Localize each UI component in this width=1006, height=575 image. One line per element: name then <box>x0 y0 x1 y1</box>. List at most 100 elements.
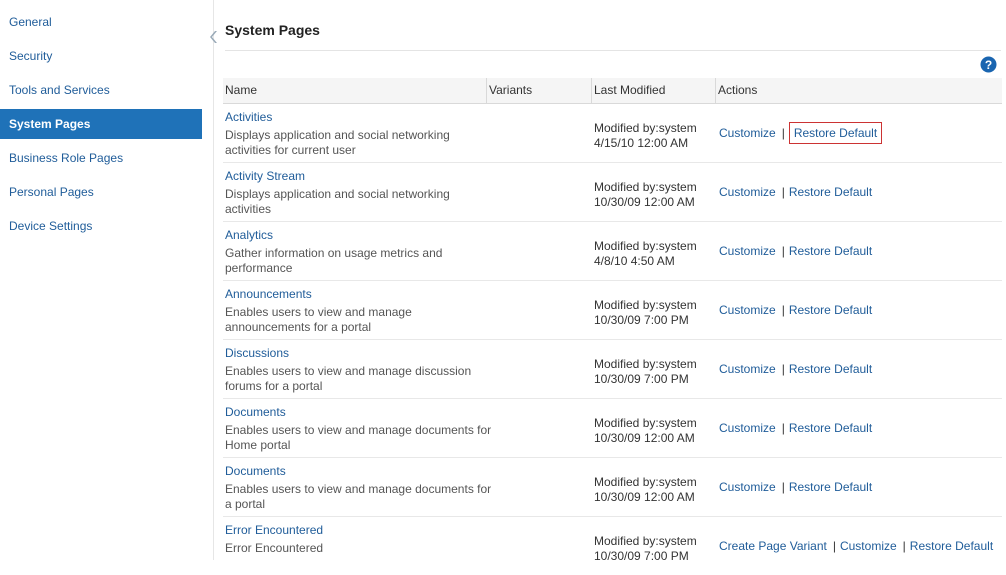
sidebar-item-system-pages[interactable]: System Pages <box>0 109 202 139</box>
name-cell: Activity Stream Displays application and… <box>225 169 493 217</box>
sidebar-item-security[interactable]: Security <box>0 41 202 71</box>
restore-default-link[interactable]: Restore Default <box>789 419 875 437</box>
collapse-sidebar-icon[interactable] <box>207 30 219 44</box>
page-description: Enables users to view and manage documen… <box>225 423 492 452</box>
modified-date: 10/30/09 12:00 AM <box>594 431 695 445</box>
create-page-variant-link[interactable]: Create Page Variant <box>719 537 830 555</box>
action-separator: | <box>832 539 836 553</box>
action-separator: | <box>781 244 785 258</box>
page-name-link[interactable]: Activity Stream <box>225 169 493 184</box>
sidebar-item-device-settings[interactable]: Device Settings <box>0 211 202 241</box>
name-cell: Announcements Enables users to view and … <box>225 287 493 335</box>
action-separator: | <box>781 126 785 140</box>
column-header-actions[interactable]: Actions <box>715 78 1002 103</box>
modified-by: Modified by:system <box>594 180 697 194</box>
actions-cell: Customize | Restore Default <box>719 361 875 377</box>
actions-cell: Create Page Variant | Customize | Restore De… <box>719 538 996 554</box>
last-modified-cell: Modified by:system 10/30/09 12:00 AM <box>594 416 714 446</box>
table-header: Name Variants Last Modified Actions <box>223 78 1002 104</box>
modified-date: 4/15/10 12:00 AM <box>594 136 689 150</box>
table-row: Announcements Enables users to view and … <box>223 281 1002 340</box>
last-modified-cell: Modified by:system 4/15/10 12:00 AM <box>594 121 714 151</box>
customize-link[interactable]: Customize <box>840 537 900 555</box>
page-name-link[interactable]: Error Encountered <box>225 523 493 538</box>
sidebar-item-tools-and-services[interactable]: Tools and Services <box>0 75 202 105</box>
action-separator: | <box>781 303 785 317</box>
restore-default-link[interactable]: Restore Default <box>788 122 883 144</box>
page-name-link[interactable]: Discussions <box>225 346 493 361</box>
modified-date: 10/30/09 7:00 PM <box>594 372 689 386</box>
modified-by: Modified by:system <box>594 416 697 430</box>
sidebar-item-business-role-pages[interactable]: Business Role Pages <box>0 143 202 173</box>
action-separator: | <box>781 421 785 435</box>
customize-link[interactable]: Customize <box>719 478 779 496</box>
action-separator: | <box>902 539 906 553</box>
column-header-variants[interactable]: Variants <box>486 78 589 103</box>
sidebar-item-general[interactable]: General <box>0 7 202 37</box>
modified-date: 10/30/09 12:00 AM <box>594 490 695 504</box>
restore-default-link[interactable]: Restore Default <box>789 478 875 496</box>
page-name-link[interactable]: Analytics <box>225 228 493 243</box>
action-separator: | <box>781 362 785 376</box>
action-separator: | <box>781 480 785 494</box>
page-name-link[interactable]: Documents <box>225 405 493 420</box>
actions-cell: Customize | Restore Default <box>719 302 875 318</box>
table-row: Activity Stream Displays application and… <box>223 163 1002 222</box>
last-modified-cell: Modified by:system 10/30/09 7:00 PM <box>594 357 714 387</box>
modified-by: Modified by:system <box>594 239 697 253</box>
page-name-link[interactable]: Announcements <box>225 287 493 302</box>
modified-date: 10/30/09 12:00 AM <box>594 195 695 209</box>
restore-default-link[interactable]: Restore Default <box>789 242 875 260</box>
restore-default-link[interactable]: Restore Default <box>789 301 875 319</box>
help-icon[interactable]: ? <box>980 56 997 73</box>
last-modified-cell: Modified by:system 10/30/09 12:00 AM <box>594 475 714 505</box>
name-cell: Documents Enables users to view and mana… <box>225 405 493 453</box>
table-row: Discussions Enables users to view and ma… <box>223 340 1002 399</box>
table-row: Error Encountered Error Encountered Modi… <box>223 517 1002 575</box>
last-modified-cell: Modified by:system 4/8/10 4:50 AM <box>594 239 714 269</box>
customize-link[interactable]: Customize <box>719 301 779 319</box>
customize-link[interactable]: Customize <box>719 242 779 260</box>
actions-cell: Customize | Restore Default <box>719 243 875 259</box>
page-name-link[interactable]: Activities <box>225 110 493 125</box>
page-description: Enables users to view and manage announc… <box>225 305 412 334</box>
modified-date: 10/30/09 7:00 PM <box>594 549 689 563</box>
last-modified-cell: Modified by:system 10/30/09 7:00 PM <box>594 298 714 328</box>
customize-link[interactable]: Customize <box>719 419 779 437</box>
name-cell: Activities Displays application and soci… <box>225 110 493 158</box>
page-description: Displays application and social networki… <box>225 128 450 157</box>
nav-list: General Security Tools and Services Syst… <box>0 7 202 245</box>
restore-default-link[interactable]: Restore Default <box>789 183 875 201</box>
page-description: Displays application and social networki… <box>225 187 450 216</box>
page-description: Enables users to view and manage documen… <box>225 482 492 511</box>
customize-link[interactable]: Customize <box>719 360 779 378</box>
sidebar: General Security Tools and Services Syst… <box>0 0 214 560</box>
modified-by: Modified by:system <box>594 121 697 135</box>
name-cell: Analytics Gather information on usage me… <box>225 228 493 276</box>
page-description: Enables users to view and manage discuss… <box>225 364 472 393</box>
customize-link[interactable]: Customize <box>719 183 779 201</box>
column-header-last-modified[interactable]: Last Modified <box>591 78 713 103</box>
column-header-name[interactable]: Name <box>223 78 485 103</box>
modified-by: Modified by:system <box>594 534 697 548</box>
restore-default-link[interactable]: Restore Default <box>789 360 875 378</box>
page-description: Gather information on usage metrics and … <box>225 246 443 275</box>
actions-cell: Customize | Restore Default <box>719 479 875 495</box>
sidebar-item-personal-pages[interactable]: Personal Pages <box>0 177 202 207</box>
modified-by: Modified by:system <box>594 357 697 371</box>
name-cell: Error Encountered Error Encountered <box>225 523 493 556</box>
action-separator: | <box>781 185 785 199</box>
name-cell: Documents Enables users to view and mana… <box>225 464 493 512</box>
modified-by: Modified by:system <box>594 475 697 489</box>
table-row: Activities Displays application and soci… <box>223 104 1002 163</box>
page-name-link[interactable]: Documents <box>225 464 493 479</box>
system-pages-table: Name Variants Last Modified Actions Acti… <box>223 78 1002 575</box>
modified-date: 4/8/10 4:50 AM <box>594 254 675 268</box>
customize-link[interactable]: Customize <box>719 124 779 142</box>
main-panel: System Pages ? Name Variants Last Modifi… <box>223 0 1006 563</box>
restore-default-link[interactable]: Restore Default <box>910 537 996 555</box>
name-cell: Discussions Enables users to view and ma… <box>225 346 493 394</box>
table-row: Analytics Gather information on usage me… <box>223 222 1002 281</box>
modified-by: Modified by:system <box>594 298 697 312</box>
page-description: Error Encountered <box>225 541 324 555</box>
